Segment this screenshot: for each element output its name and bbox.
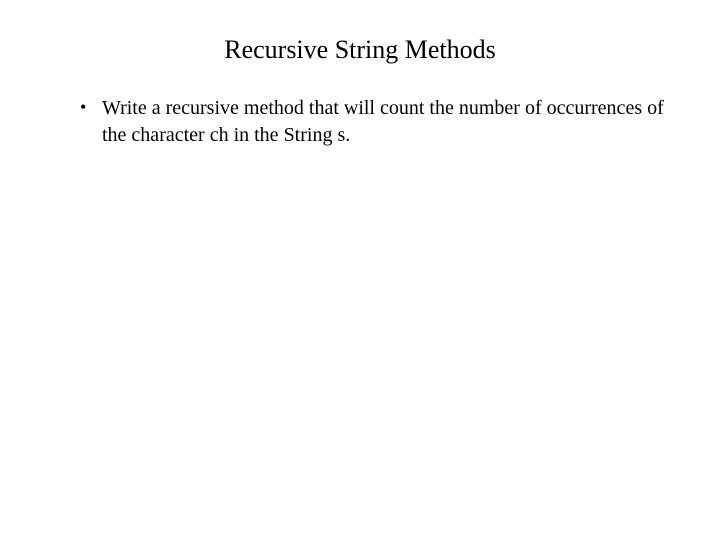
bullet-list: Write a recursive method that will count…	[50, 95, 670, 149]
slide-title: Recursive String Methods	[50, 35, 670, 65]
list-item: Write a recursive method that will count…	[80, 95, 670, 149]
